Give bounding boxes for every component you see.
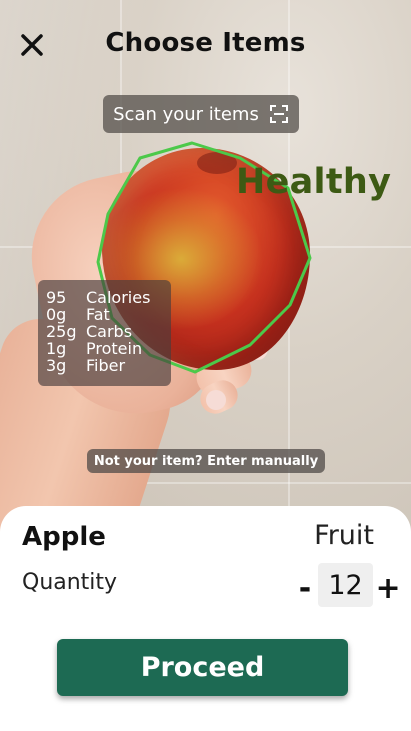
nutrition-row: 0g Fat (38, 306, 171, 323)
item-name: Apple (22, 522, 106, 552)
nutrition-value: 95 (46, 288, 67, 307)
quantity-value[interactable]: 12 (318, 563, 373, 607)
health-tag: Healthy (236, 162, 392, 202)
item-category: Fruit (314, 520, 374, 551)
page-title: Choose Items (105, 28, 306, 58)
nutrition-row: 95 Calories (38, 289, 171, 306)
scan-frame-icon (269, 105, 288, 123)
quantity-decrement-button[interactable]: - (294, 570, 316, 606)
nutrition-label: Protein (86, 339, 143, 358)
nutrition-value: 3g (46, 356, 67, 375)
scan-items-button[interactable]: Scan your items (103, 95, 299, 133)
nutrition-label: Calories (86, 288, 151, 307)
nutrition-card: 95 Calories 0g Fat 25g Carbs 1g Protein … (38, 280, 171, 386)
nutrition-row: 3g Fiber (38, 357, 171, 374)
nutrition-value: 25g (46, 322, 77, 341)
enter-manually-link[interactable]: Not your item? Enter manually (87, 449, 325, 473)
quantity-increment-button[interactable]: + (375, 570, 400, 606)
item-sheet: Apple Fruit Quantity - 12 + Proceed (0, 506, 411, 731)
nutrition-row: 1g Protein (38, 340, 171, 357)
choose-items-screen: Choose Items Scan your items Healthy 95 … (0, 0, 411, 731)
nutrition-label: Fiber (86, 356, 126, 375)
nutrition-value: 1g (46, 339, 67, 358)
nutrition-value: 0g (46, 305, 67, 324)
quantity-label: Quantity (22, 570, 118, 595)
nutrition-label: Carbs (86, 322, 133, 341)
proceed-button[interactable]: Proceed (57, 639, 348, 696)
scan-items-label: Scan your items (113, 103, 259, 125)
nutrition-label: Fat (86, 305, 110, 324)
nutrition-row: 25g Carbs (38, 323, 171, 340)
